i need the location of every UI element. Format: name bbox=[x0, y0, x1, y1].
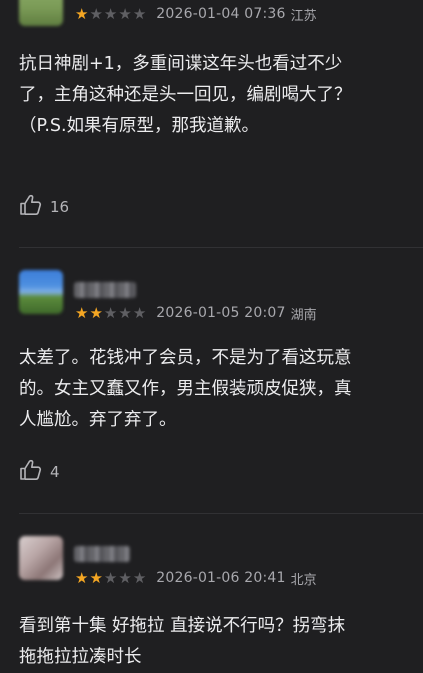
star-empty-icon: ★ bbox=[118, 568, 132, 587]
review-content-line: 看到第十集 好拖拉 直接说不行吗？拐弯抹 bbox=[19, 616, 346, 636]
star-filled-icon: ★ bbox=[89, 303, 103, 322]
thumbs-up-icon bbox=[19, 194, 43, 220]
review-content-line: 拖拖拉拉凑时长 bbox=[19, 647, 142, 667]
username-blurred bbox=[74, 282, 136, 298]
avatar[interactable] bbox=[19, 536, 63, 580]
avatar[interactable] bbox=[19, 0, 63, 26]
like-count: 16 bbox=[50, 198, 70, 216]
review-region: 北京 bbox=[290, 572, 317, 588]
star-empty-icon: ★ bbox=[103, 303, 118, 322]
review-region: 江苏 bbox=[290, 8, 317, 24]
star-empty-icon: ★ bbox=[132, 568, 147, 587]
avatar[interactable] bbox=[19, 270, 63, 314]
star-filled-icon: ★ bbox=[75, 303, 89, 322]
star-rating: ★ ★ ★ ★ ★ bbox=[75, 303, 147, 322]
review-content-line: 人尴尬。弃了弃了。 bbox=[19, 410, 177, 430]
review-content: 太差了。花钱冲了会员，不是为了看这玩意 的。女主又蠢又作，男主假装顽皮促狭，真 … bbox=[19, 343, 423, 436]
thumbs-up-icon bbox=[19, 459, 43, 485]
star-empty-icon: ★ bbox=[89, 4, 103, 23]
review-content: 看到第十集 好拖拉 直接说不行吗？拐弯抹 拖拖拉拉凑时长 bbox=[19, 611, 423, 673]
star-empty-icon: ★ bbox=[118, 303, 132, 322]
review-content-line: 抗日神剧+1，多重间谍这年头也看过不少 bbox=[19, 54, 343, 74]
review-content: 抗日神剧+1，多重间谍这年头也看过不少 了，主角这种还是头一回见，编剧喝大了？ … bbox=[19, 49, 423, 142]
review-meta: ★ ★ ★ ★ ★ 2026-01-05 20:07 湖南 bbox=[75, 303, 317, 323]
star-empty-icon: ★ bbox=[132, 4, 147, 23]
review-meta: ★ ★ ★ ★ ★ 2026-01-06 20:41 北京 bbox=[75, 568, 317, 588]
star-rating: ★ ★ ★ ★ ★ bbox=[75, 4, 147, 23]
like-button[interactable]: 4 bbox=[19, 459, 60, 485]
review-content-line: 太差了。花钱冲了会员，不是为了看这玩意 bbox=[19, 348, 352, 368]
star-filled-icon: ★ bbox=[89, 568, 103, 587]
star-empty-icon: ★ bbox=[103, 4, 118, 23]
like-count: 4 bbox=[50, 463, 60, 481]
star-filled-icon: ★ bbox=[75, 568, 89, 587]
review-content-line: （P.S.如果有原型，那我道歉。 bbox=[19, 116, 260, 136]
star-empty-icon: ★ bbox=[132, 303, 147, 322]
username-blurred bbox=[74, 546, 130, 562]
like-button[interactable]: 16 bbox=[19, 194, 69, 220]
divider bbox=[19, 247, 423, 248]
review-meta: ★ ★ ★ ★ ★ 2026-01-04 07:36 江苏 bbox=[75, 4, 317, 24]
review-content-line: 了，主角这种还是头一回见，编剧喝大了？ bbox=[19, 85, 352, 105]
review-date: 2026-01-05 20:07 bbox=[156, 305, 286, 321]
review-content-line: 的。女主又蠢又作，男主假装顽皮促狭，真 bbox=[19, 379, 352, 399]
star-empty-icon: ★ bbox=[103, 568, 118, 587]
review-region: 湖南 bbox=[290, 307, 317, 323]
divider bbox=[19, 513, 423, 514]
star-filled-icon: ★ bbox=[75, 4, 89, 23]
review-date: 2026-01-04 07:36 bbox=[156, 6, 286, 22]
star-empty-icon: ★ bbox=[118, 4, 132, 23]
star-rating: ★ ★ ★ ★ ★ bbox=[75, 568, 147, 587]
review-date: 2026-01-06 20:41 bbox=[156, 570, 286, 586]
